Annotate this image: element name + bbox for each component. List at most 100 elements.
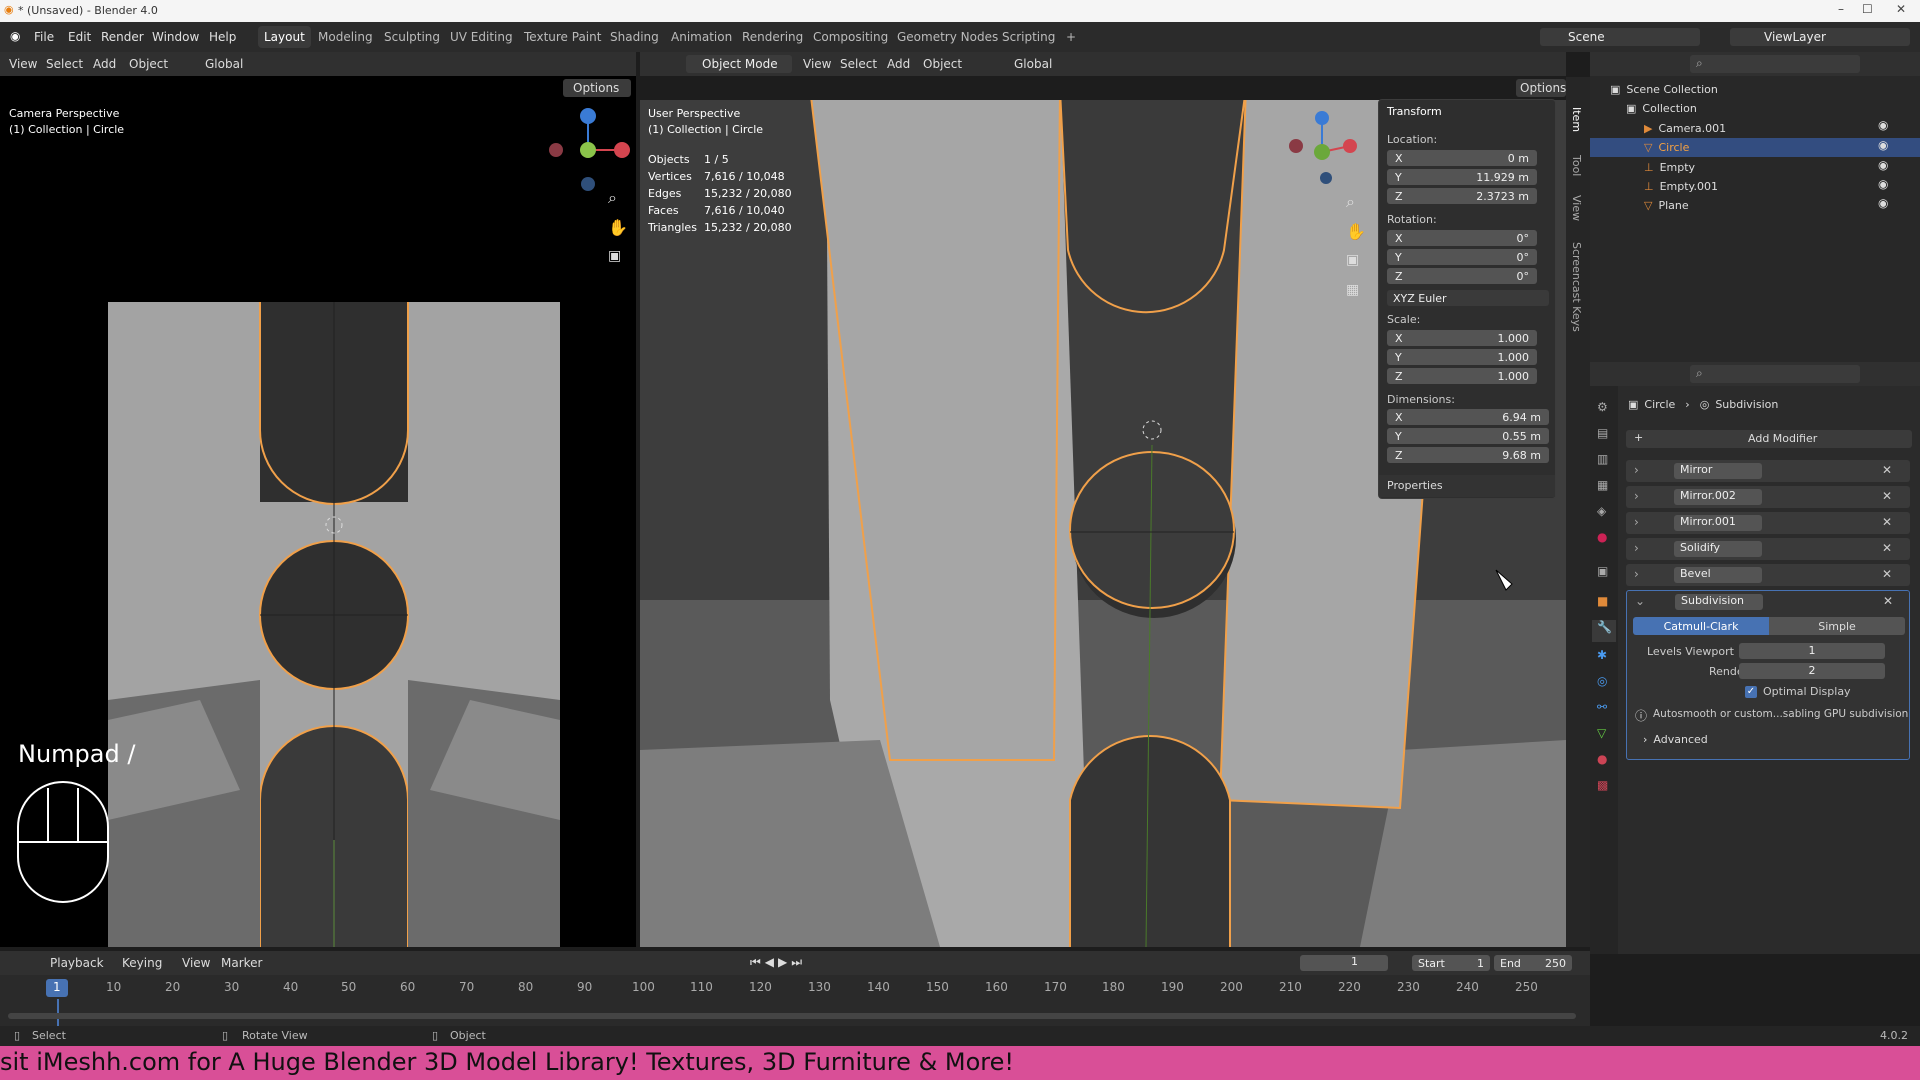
timeline-menu-keying[interactable]: Keying (122, 956, 162, 970)
dimension-y-field[interactable]: Y 0.55 m (1387, 428, 1549, 444)
scale-x-field[interactable]: X 1.000 (1387, 330, 1537, 346)
ortho-grid-icon[interactable]: ▦ (1346, 282, 1359, 298)
scene-selector[interactable]: Scene (1540, 28, 1700, 46)
main-pan-hand-icon[interactable]: ✋ (1346, 222, 1366, 241)
particles-icon[interactable]: ✱ (1597, 648, 1607, 662)
menu-render[interactable]: Render (101, 30, 144, 44)
advanced-subpanel[interactable]: › Advanced (1643, 733, 1708, 746)
add-workspace-button[interactable]: + (1060, 26, 1082, 48)
tab-modeling[interactable]: Modeling (312, 26, 379, 48)
menu-edit[interactable]: Edit (68, 30, 91, 44)
output-icon[interactable]: ▥ (1597, 452, 1608, 466)
visibility-eye-icon[interactable]: ◉ (1878, 138, 1888, 152)
sidebar-tab-screencast-keys[interactable]: Screencast Keys (1570, 242, 1583, 332)
tab-texture-paint[interactable]: Texture Paint (518, 26, 607, 48)
collection-icon[interactable]: ▣ (1597, 564, 1608, 578)
main-camera-view-icon[interactable]: ▣ (1346, 252, 1359, 268)
main-menu-select[interactable]: Select (840, 57, 877, 71)
left-menu-select[interactable]: Select (46, 57, 83, 71)
left-options-button[interactable]: Options (563, 79, 631, 97)
maximize-button[interactable]: ☐ (1862, 2, 1873, 16)
modifier-row-mirror[interactable]: › Mirror ✕ (1626, 460, 1910, 482)
menu-window[interactable]: Window (152, 30, 199, 44)
outliner-collection[interactable]: ▣ Collection (1626, 99, 1697, 117)
tab-animation[interactable]: Animation (665, 26, 738, 48)
blender-menu-icon[interactable]: ◉ (10, 29, 20, 43)
modifier-row-solidify[interactable]: › Solidify ✕ (1626, 538, 1910, 560)
object-icon[interactable]: ■ (1597, 594, 1608, 608)
view-layer-icon[interactable]: ▦ (1597, 478, 1608, 492)
modifier-name-field[interactable]: Solidify (1674, 541, 1762, 557)
render-icon[interactable]: ▤ (1597, 426, 1608, 440)
properties-search-input[interactable]: ⌕ (1690, 365, 1860, 383)
modifier-name-field[interactable]: Bevel (1674, 567, 1762, 583)
modifier-row-mirror-001[interactable]: › Mirror.001 ✕ (1626, 512, 1910, 534)
transform-header[interactable]: Transform (1387, 105, 1442, 118)
tab-sculpting[interactable]: Sculpting (378, 26, 446, 48)
properties-subpanel[interactable]: Properties (1379, 475, 1555, 497)
camera-view-icon[interactable]: ▣ (608, 248, 621, 264)
dimension-x-field[interactable]: X 6.94 m (1387, 409, 1549, 425)
left-menu-object[interactable]: Object (129, 57, 168, 71)
rotation-y-field[interactable]: Y 0° (1387, 249, 1537, 265)
modifier-wrench-icon[interactable]: 🔧 (1592, 620, 1616, 642)
delete-modifier-icon[interactable]: ✕ (1882, 541, 1892, 555)
levels-viewport-field[interactable]: 1 (1739, 643, 1885, 659)
timeline-menu-playback[interactable]: Playback (50, 956, 104, 970)
simple-option[interactable]: Simple (1769, 617, 1905, 635)
expand-chevron-icon[interactable]: › (1634, 463, 1639, 477)
outliner-search-input[interactable]: ⌕ (1690, 55, 1860, 73)
main-menu-add[interactable]: Add (887, 57, 910, 71)
left-orientation-dropdown[interactable]: Global (205, 57, 243, 71)
outliner-item-circle[interactable]: ▽ Circle (1590, 138, 1920, 157)
outliner-scene-collection[interactable]: ▣ Scene Collection (1610, 80, 1718, 98)
add-modifier-button[interactable]: + Add Modifier (1626, 430, 1912, 448)
modifier-name-field[interactable]: Mirror (1674, 463, 1762, 479)
left-menu-view[interactable]: View (9, 57, 37, 71)
visibility-eye-icon[interactable]: ◉ (1878, 158, 1888, 172)
tab-scripting[interactable]: Scripting (996, 26, 1061, 48)
left-navigation-gizmo-icon[interactable] (546, 108, 630, 192)
texture-icon[interactable]: ▩ (1597, 778, 1608, 792)
zoom-icon[interactable]: ⌕ (608, 188, 617, 208)
timeline-menu-view[interactable]: View (182, 956, 210, 970)
mode-dropdown[interactable]: Object Mode (686, 55, 792, 73)
expand-chevron-icon[interactable]: › (1634, 567, 1639, 581)
tab-layout[interactable]: Layout (258, 26, 311, 48)
delete-modifier-icon[interactable]: ✕ (1882, 515, 1892, 529)
sidebar-tab-view[interactable]: View (1570, 195, 1583, 221)
outliner-item-empty-001[interactable]: ⊥ Empty.001 (1644, 177, 1718, 195)
menu-file[interactable]: File (34, 30, 54, 44)
current-frame-field[interactable]: 1 (1300, 955, 1388, 971)
start-frame-field[interactable]: Start 1 (1412, 955, 1490, 971)
main-menu-view[interactable]: View (803, 57, 831, 71)
main-orientation-dropdown[interactable]: Global (1014, 57, 1052, 71)
world-icon[interactable]: ● (1597, 530, 1607, 544)
delete-modifier-icon[interactable]: ✕ (1883, 594, 1893, 608)
playback-controls-icon[interactable]: ⏮◀▶⏭ (750, 955, 806, 970)
sidebar-tab-item[interactable]: Item (1570, 107, 1583, 132)
catmull-clark-option[interactable]: Catmull-Clark (1633, 617, 1769, 635)
rotation-z-field[interactable]: Z 0° (1387, 268, 1537, 284)
modifier-name-field[interactable]: Mirror.001 (1674, 515, 1762, 531)
end-frame-field[interactable]: End 250 (1494, 955, 1572, 971)
visibility-eye-icon[interactable]: ◉ (1878, 118, 1888, 132)
main-zoom-icon[interactable]: ⌕ (1346, 192, 1355, 212)
optimal-display-checkbox[interactable]: ✓ (1745, 686, 1757, 698)
scale-z-field[interactable]: Z 1.000 (1387, 368, 1537, 384)
camera-viewport[interactable]: Camera Perspective (1) Collection | Circ… (0, 100, 636, 947)
main-menu-object[interactable]: Object (923, 57, 962, 71)
tab-geometry-nodes[interactable]: Geometry Nodes (891, 26, 1004, 48)
tab-rendering[interactable]: Rendering (736, 26, 809, 48)
frame-ruler[interactable]: 1 10 20 30 40 50 60 70 80 90 100 110 120… (0, 975, 1590, 1027)
outliner-item-empty[interactable]: ⊥ Empty (1644, 158, 1695, 176)
constraints-icon[interactable]: ⚯ (1597, 700, 1607, 714)
delete-modifier-icon[interactable]: ✕ (1882, 463, 1892, 477)
scale-y-field[interactable]: Y 1.000 (1387, 349, 1537, 365)
timeline-scrollbar[interactable] (8, 1013, 1576, 1019)
tab-compositing[interactable]: Compositing (807, 26, 894, 48)
location-x-field[interactable]: X 0 m (1387, 150, 1537, 166)
location-z-field[interactable]: Z 2.3723 m (1387, 188, 1537, 204)
main-options-button[interactable]: Options (1516, 79, 1566, 97)
delete-modifier-icon[interactable]: ✕ (1882, 567, 1892, 581)
